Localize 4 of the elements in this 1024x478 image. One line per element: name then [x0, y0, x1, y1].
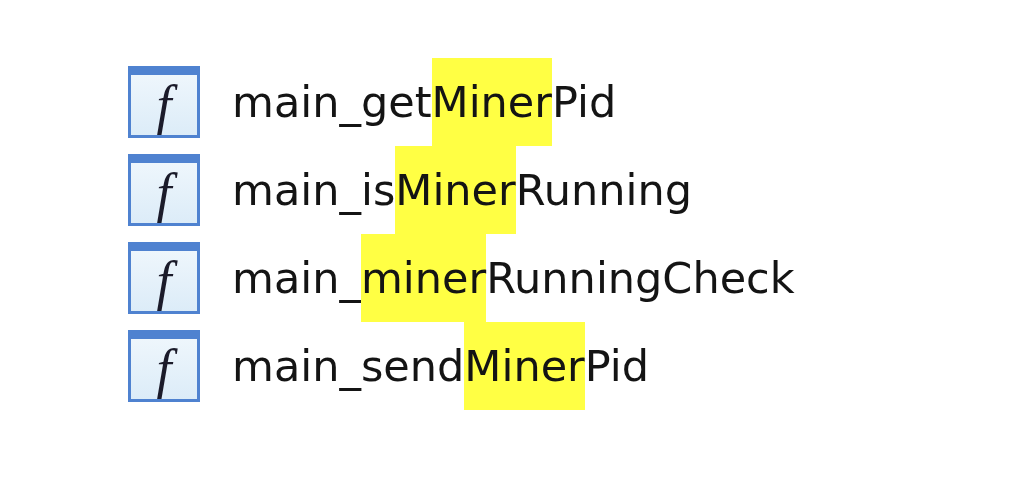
function-icon: f — [128, 66, 200, 138]
function-icon: f — [128, 330, 200, 402]
function-icon: f — [128, 242, 200, 314]
function-icon: f — [128, 154, 200, 226]
